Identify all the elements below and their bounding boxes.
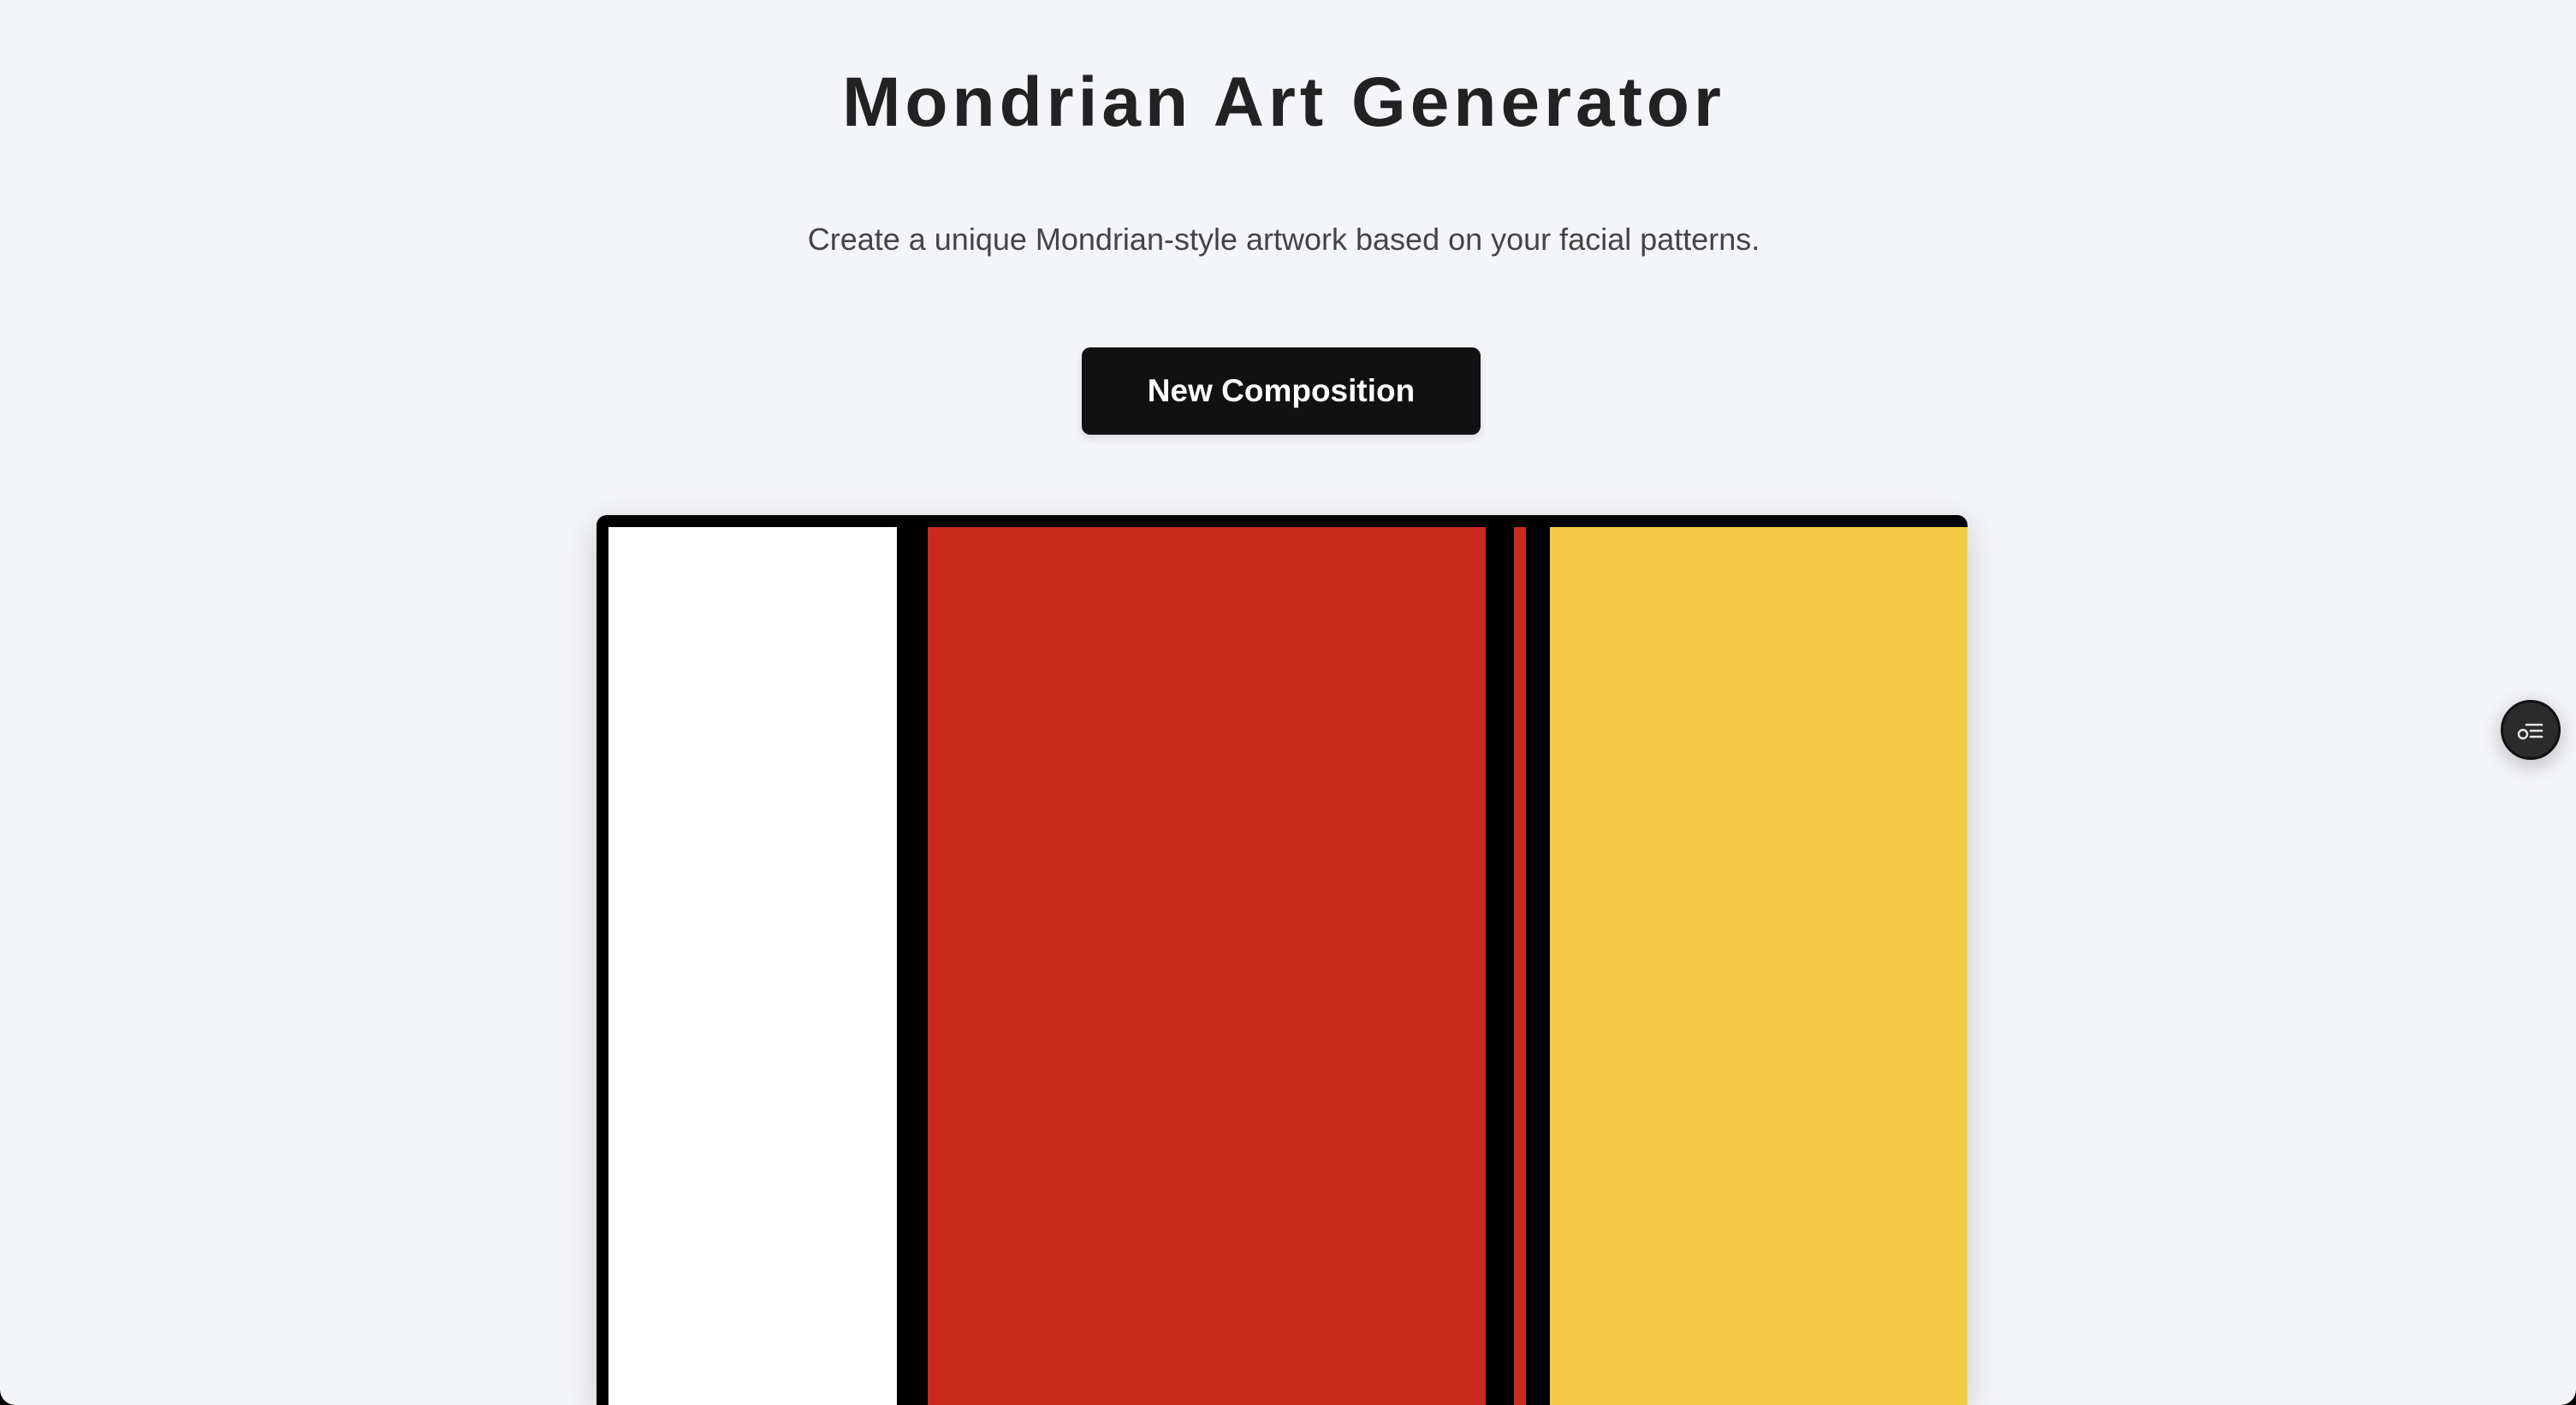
mondrian-canvas: [597, 515, 1968, 1405]
art-block-white: [608, 527, 897, 1405]
settings-list-icon: [2516, 718, 2545, 742]
app-viewport: Mondrian Art Generator Create a unique M…: [0, 0, 2576, 1405]
page-title: Mondrian Art Generator: [842, 63, 1725, 141]
page-subtitle: Create a unique Mondrian-style artwork b…: [807, 222, 1760, 257]
art-block-red-large: [928, 527, 1486, 1405]
settings-list-button[interactable]: [2501, 700, 2561, 760]
art-block-yellow: [1550, 527, 1968, 1405]
art-block-red-narrow: [1514, 527, 1526, 1405]
new-composition-button[interactable]: New Composition: [1082, 347, 1481, 435]
